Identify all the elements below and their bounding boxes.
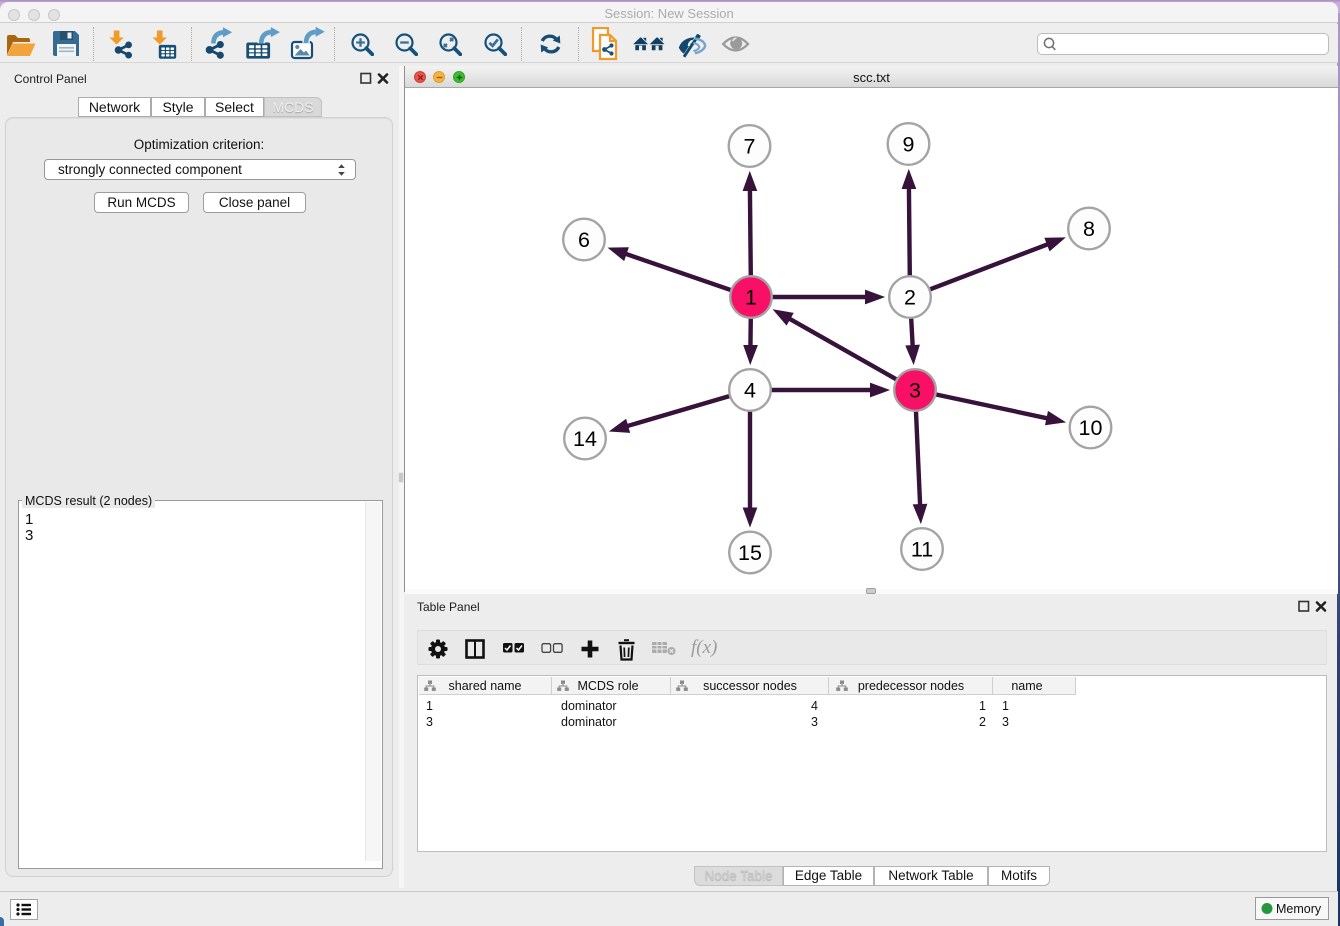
svg-text:6: 6 — [578, 228, 590, 252]
svg-text:8: 8 — [1083, 217, 1095, 241]
svg-text:1: 1 — [745, 285, 757, 309]
svg-text:9: 9 — [903, 132, 915, 156]
svg-text:2: 2 — [904, 285, 916, 309]
svg-text:Memory: Memory — [1276, 902, 1322, 916]
svg-text:11: 11 — [911, 537, 933, 561]
svg-text:15: 15 — [738, 541, 762, 565]
svg-text:10: 10 — [1079, 416, 1103, 440]
svg-text:14: 14 — [573, 427, 597, 451]
svg-text:4: 4 — [744, 378, 756, 402]
svg-text:3: 3 — [909, 378, 921, 402]
svg-text:7: 7 — [744, 134, 756, 158]
